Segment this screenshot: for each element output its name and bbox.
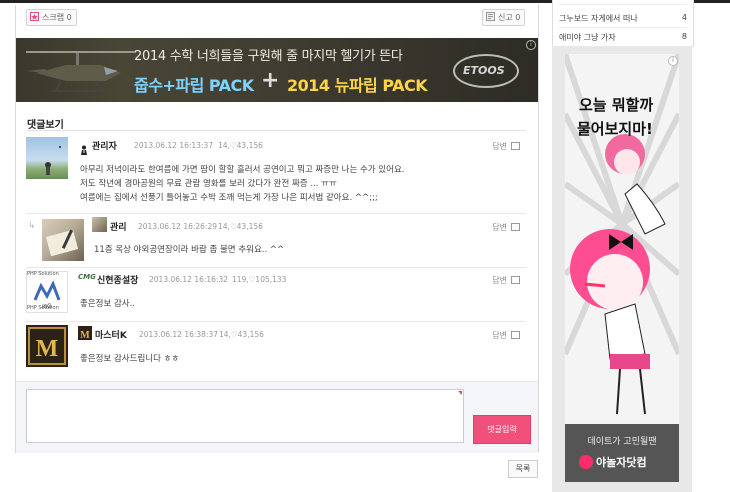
banner-product-b: 2014 뉴파립 PACK	[287, 76, 428, 95]
comment-stats: 14,♡43,156	[218, 222, 263, 231]
recent-post-item[interactable]: 그누보드 자게에서 떠나 4	[559, 13, 687, 24]
submit-comment-button[interactable]: 댓글입력	[473, 415, 531, 444]
report-label: 신고 0	[498, 13, 521, 22]
comment-stats: 14,♡43,156	[218, 141, 263, 150]
ad-info-icon[interactable]: i	[668, 56, 678, 66]
scrap-button[interactable]: 스크랩 0	[26, 9, 77, 26]
comment-line: 여름에는 집에서 선풍기 틀어놓고 수박 조깨 먹는게 가장 나은 피서법 같아…	[80, 193, 378, 203]
member-icon: M	[78, 326, 92, 341]
comment-time: 2013.06.12 16:38:37	[139, 330, 219, 339]
divider	[26, 130, 526, 131]
avatar: mG PHP Solution PHP Solution	[26, 271, 68, 313]
print-icon	[511, 276, 520, 284]
print-icon	[511, 331, 520, 339]
ad-headline-2: 물어보지마!	[577, 120, 653, 138]
comment-author[interactable]: 관리	[110, 220, 127, 233]
reply-button[interactable]: 답변	[492, 141, 520, 152]
banner-plus: +	[261, 68, 280, 93]
banner-headline: 2014 수학 너희들을 구원해 줄 마지막 헬기가 뜬다	[134, 49, 403, 64]
comment-author[interactable]: 관리자	[92, 139, 117, 152]
comment-time: 2013.06.12 16:16:32	[149, 275, 229, 284]
svg-text:M: M	[36, 336, 59, 362]
ad-info-icon[interactable]: i	[526, 40, 536, 50]
divider	[26, 213, 526, 214]
ad-footer: 데이트가 고민될땐 야놀자닷컴	[565, 424, 679, 482]
ad-headline-1: 오늘 뭐할까	[579, 96, 654, 114]
avatar	[26, 137, 68, 179]
banner-product-a: 줍수+파립 PACK	[134, 76, 254, 95]
reply-button[interactable]: 답변	[492, 330, 520, 341]
reply-arrow-icon: ↳	[28, 221, 36, 231]
required-marker	[458, 391, 462, 395]
comment-line: 11층 옥상 야외공연장이라 바람 좀 불면 추워요.. ^^	[94, 245, 285, 255]
comment-textarea[interactable]	[26, 389, 464, 443]
comment-stats: 119,♡105,133	[232, 275, 287, 284]
comment-time: 2013.06.12 16:26:29	[138, 222, 218, 231]
divider	[26, 321, 526, 322]
comments-title: 댓글보기	[27, 120, 64, 131]
print-icon	[511, 142, 520, 150]
banner-ad[interactable]: 2014 수학 너희들을 구원해 줄 마지막 헬기가 뜬다 줍수+파립 PACK…	[16, 38, 538, 102]
comment-line: 아무리 저녁이라도 한여름에 가면 땀이 할할 흘러서 공연이고 뭐고 짜증만 …	[80, 165, 405, 175]
comment-line: 저도 작년에 경마공원의 무료 관람 영화를 보러 갔다가 완전 짜증 ... …	[80, 179, 337, 189]
reply-button[interactable]: 답변	[492, 222, 520, 233]
avatar	[42, 219, 84, 261]
member-icon	[92, 217, 107, 232]
helicopter-image	[26, 51, 136, 92]
divider	[559, 27, 687, 28]
etoos-logo: ETOOS	[453, 54, 519, 88]
svg-text:M: M	[80, 330, 90, 341]
post-content-panel: 스크랩 0 신고 0 2014 수학 너희들을 구원해 줄 마지막 헬기가 뜬다…	[15, 5, 539, 453]
comment-author[interactable]: 신현종설장	[97, 273, 138, 286]
avatar: M	[26, 325, 68, 367]
comment-stats: 14,♡43,156	[219, 330, 264, 339]
scrap-label: 스크랩 0	[42, 13, 72, 22]
divider	[559, 0, 687, 5]
yanolja-logo-icon	[579, 455, 593, 469]
comment-time: 2013.06.12 16:13:37	[134, 141, 214, 150]
ad-tagline: 데이트가 고민될땐	[587, 437, 657, 447]
divider	[26, 267, 526, 268]
comment-form: 댓글입력	[16, 381, 538, 453]
list-button[interactable]: 목록	[508, 460, 538, 478]
ad-brand: 야놀자닷컴	[579, 454, 647, 470]
member-level-icon	[80, 140, 88, 155]
skyscraper-ad[interactable]: 오늘 뭐할까 물어보지마! 데이트가 고민될땐 야놀자닷컴 i	[565, 54, 679, 482]
comment-line: 좋은정보 감사..	[80, 299, 136, 309]
report-icon	[486, 11, 495, 21]
print-icon	[511, 223, 520, 231]
skyscraper-ad-container: 오늘 뭐할까 물어보지마! 데이트가 고민될땐 야놀자닷컴 i	[552, 46, 692, 492]
recent-posts-box: 그누보드 자게에서 떠나 4 애미야 그냥 가자 8	[552, 0, 694, 47]
scrap-icon	[30, 11, 39, 21]
reply-button[interactable]: 답변	[492, 275, 520, 286]
comment-line: 좋은정보 감사드립니다 ㅎㅎ	[80, 354, 180, 364]
report-button[interactable]: 신고 0	[482, 9, 526, 26]
recent-post-item[interactable]: 애미야 그냥 가자 8	[559, 32, 687, 43]
member-icon: CMG	[78, 273, 96, 281]
comment-author[interactable]: 마스터K	[95, 328, 127, 341]
